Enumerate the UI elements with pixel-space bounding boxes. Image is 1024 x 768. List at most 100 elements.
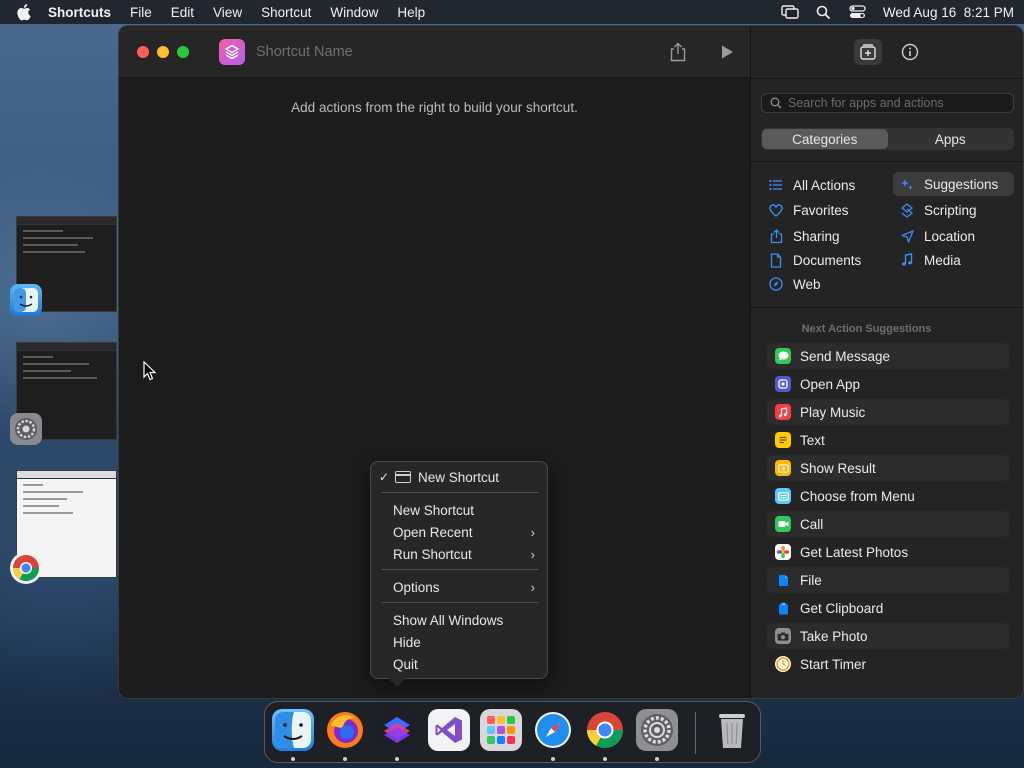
action-show-result[interactable]: Show Result (767, 455, 1009, 481)
menu-item-window-new-shortcut[interactable]: ✓ New Shortcut (371, 467, 549, 487)
music-icon (775, 404, 791, 420)
menu-shortcut[interactable]: Shortcut (261, 5, 311, 20)
menu-window[interactable]: Window (330, 5, 378, 20)
shortcuts-window: Shortcut Name Add actions from the right… (118, 25, 1024, 699)
empty-editor-hint: Add actions from the right to build your… (291, 100, 578, 115)
control-center-icon[interactable] (849, 4, 867, 20)
mouse-cursor-icon (143, 360, 157, 384)
menu-edit[interactable]: Edit (171, 5, 194, 20)
settings-icon[interactable] (636, 709, 678, 751)
action-text[interactable]: Text (767, 427, 1009, 453)
safari-icon[interactable] (532, 709, 574, 751)
open-app-icon (775, 376, 791, 392)
menu-item-label: Open Recent (393, 524, 473, 540)
run-icon[interactable] (719, 44, 735, 60)
finder-icon[interactable] (10, 284, 42, 316)
shortcut-name-field[interactable]: Shortcut Name (256, 44, 353, 60)
action-call[interactable]: Call (767, 511, 1009, 537)
action-label: Get Latest Photos (800, 544, 909, 560)
maximize-window-button[interactable] (177, 45, 189, 58)
action-send-message[interactable]: Send Message (767, 343, 1009, 369)
firefox-icon[interactable] (324, 709, 366, 751)
category-scripting[interactable]: Scripting (893, 198, 1014, 222)
menu-item-label: Run Shortcut (393, 546, 472, 562)
menu-app-name[interactable]: Shortcuts (48, 5, 111, 20)
action-library-icon[interactable] (853, 39, 882, 65)
context-menu-pointer (388, 678, 406, 687)
next-action-suggestions-title: Next Action Suggestions (801, 323, 932, 335)
menu-view[interactable]: View (213, 5, 242, 20)
menu-item-label: Options (393, 579, 440, 595)
photos-icon (775, 544, 791, 560)
category-label: Favorites (793, 202, 849, 218)
action-label: File (800, 572, 822, 588)
shortcut-glyph-icon[interactable] (219, 38, 245, 65)
action-open-app[interactable]: Open App (767, 371, 1009, 397)
text-icon (775, 432, 791, 448)
shortcuts-icon[interactable] (376, 709, 418, 751)
action-take-photo[interactable]: Take Photo (767, 623, 1009, 649)
category-suggestions[interactable]: Suggestions (893, 172, 1014, 196)
menu-item-open-recent[interactable]: Open Recent › (371, 522, 549, 542)
action-label: Start Timer (800, 656, 867, 672)
category-web[interactable]: Web (762, 272, 882, 296)
apple-icon[interactable] (16, 3, 34, 21)
action-choose-from-menu[interactable]: Choose from Menu (767, 483, 1009, 509)
close-window-button[interactable] (137, 45, 149, 58)
menu-bar-clock[interactable]: Wed Aug 16 8:21 PM (883, 5, 1014, 20)
action-label: Call (800, 516, 824, 532)
action-label: Text (800, 432, 825, 448)
category-favorites[interactable]: Favorites (762, 198, 882, 222)
action-start-timer[interactable]: Start Timer (767, 651, 1009, 677)
settings-icon[interactable] (10, 413, 42, 445)
search-icon[interactable] (815, 4, 833, 20)
menu-item-run-shortcut[interactable]: Run Shortcut › (371, 544, 549, 564)
category-label: Web (793, 276, 821, 292)
action-get-clipboard[interactable]: Get Clipboard (767, 595, 1009, 621)
chrome-icon[interactable] (584, 709, 626, 751)
menu-item-show-all-windows[interactable]: Show All Windows (371, 610, 549, 630)
screen-mirroring-icon[interactable] (781, 4, 799, 20)
menu-item-new-shortcut[interactable]: New Shortcut (371, 500, 549, 520)
library-segmented-control: Categories Apps (761, 128, 1014, 150)
trash-icon[interactable] (711, 709, 753, 751)
category-documents[interactable]: Documents (762, 248, 882, 272)
menu-item-label: New Shortcut (418, 469, 500, 485)
menu-item-hide[interactable]: Hide (371, 632, 549, 652)
action-play-music[interactable]: Play Music (767, 399, 1009, 425)
segment-categories[interactable]: Categories (762, 129, 888, 149)
chrome-icon[interactable] (10, 552, 42, 584)
minimize-window-button[interactable] (157, 45, 169, 58)
category-all-actions[interactable]: All Actions (762, 173, 882, 197)
search-field[interactable] (761, 93, 1014, 113)
segment-apps[interactable]: Apps (888, 129, 1014, 149)
action-get-latest-photos[interactable]: Get Latest Photos (767, 539, 1009, 565)
menu-item-label: Show All Windows (393, 612, 504, 628)
launchpad-icon[interactable] (480, 709, 522, 751)
visual-studio-icon[interactable] (428, 709, 470, 751)
action-label: Play Music (800, 404, 866, 420)
search-input[interactable] (788, 96, 1003, 110)
document-icon (768, 252, 784, 268)
info-icon[interactable] (896, 39, 924, 65)
menu-item-options[interactable]: Options › (371, 577, 549, 597)
menu-file[interactable]: File (130, 5, 152, 20)
menu-item-quit[interactable]: Quit (371, 654, 549, 674)
category-location[interactable]: Location (893, 224, 1014, 248)
menu-item-label: Quit (393, 656, 418, 672)
clipboard-icon (775, 600, 791, 616)
menu-help[interactable]: Help (397, 5, 425, 20)
dock-separator (695, 712, 696, 754)
category-sharing[interactable]: Sharing (762, 224, 882, 248)
dock-context-menu: ✓ New Shortcut New Shortcut Open Recent … (370, 461, 548, 679)
action-label: Get Clipboard (800, 600, 884, 616)
category-label: Media (924, 252, 961, 268)
search-icon (770, 97, 782, 109)
location-arrow-icon (899, 228, 915, 244)
share-icon[interactable] (669, 42, 687, 62)
action-file[interactable]: File (767, 567, 1009, 593)
heart-icon (768, 202, 784, 218)
list-icon (768, 177, 784, 193)
category-media[interactable]: Media (893, 248, 1014, 272)
finder-icon[interactable] (272, 709, 314, 751)
